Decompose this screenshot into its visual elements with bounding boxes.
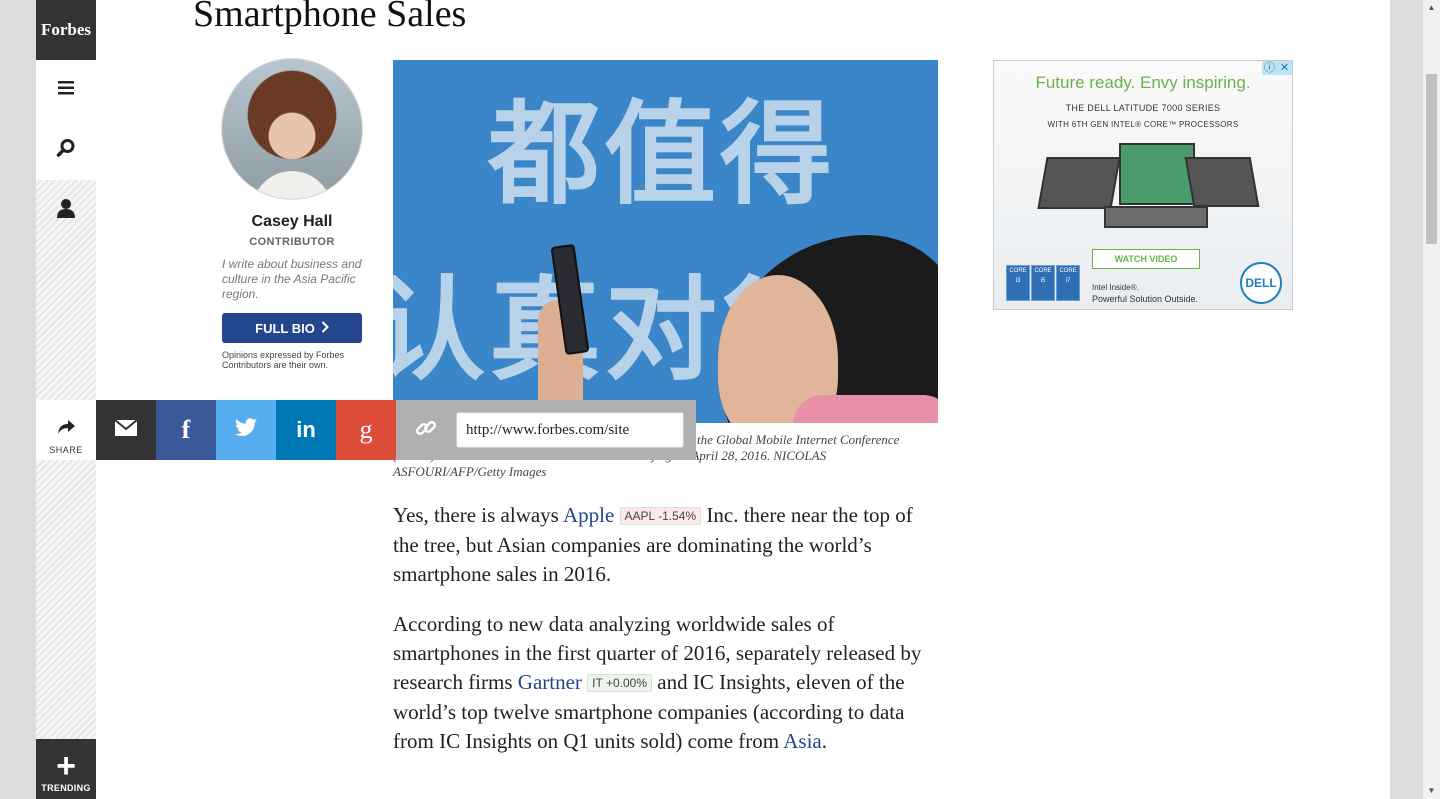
full-bio-label: FULL BIO	[255, 320, 315, 336]
vertical-scrollbar[interactable]: ▲ ▼	[1423, 0, 1440, 799]
laptop-image	[1184, 157, 1260, 207]
copy-link-button[interactable]	[396, 400, 456, 460]
twitter-icon	[234, 417, 258, 443]
dell-logo: DELL	[1240, 262, 1282, 304]
scroll-up-arrow-icon[interactable]: ▲	[1423, 0, 1440, 16]
intel-badge: CORE i3	[1006, 265, 1030, 301]
asia-link[interactable]: Asia	[783, 729, 822, 753]
linkedin-icon: in	[296, 417, 316, 442]
email-share-button[interactable]	[96, 400, 156, 460]
paragraph: Yes, there is always Apple AAPL -1.54% I…	[393, 501, 943, 589]
user-icon	[56, 198, 76, 223]
contributor-disclaimer: Opinions expressed by Forbes Contributor…	[222, 350, 345, 370]
hero-sign-text-1: 都值得	[488, 90, 836, 220]
google-plus-icon: g	[359, 415, 373, 444]
apple-link[interactable]: Apple	[563, 503, 614, 527]
stock-ticker-badge[interactable]: AAPL -1.54%	[619, 507, 702, 525]
copy-link-panel	[396, 400, 696, 460]
paragraph-text: .	[821, 729, 827, 753]
trending-button[interactable]: + TRENDING	[36, 739, 96, 799]
chevron-right-icon	[321, 320, 329, 336]
author-bio: I write about business and culture in th…	[222, 257, 362, 301]
share-label: SHARE	[49, 445, 83, 455]
facebook-share-button[interactable]: f	[156, 400, 216, 460]
page: Forbes SHARE + TRENDING Smartphone Sales…	[36, 0, 1390, 799]
share-arrow-icon	[56, 418, 76, 441]
gartner-link[interactable]: Gartner	[518, 670, 582, 694]
article-body: Yes, there is always Apple AAPL -1.54% I…	[393, 501, 943, 777]
author-name[interactable]: Casey Hall	[222, 213, 362, 231]
google-plus-share-button[interactable]: g	[336, 400, 396, 460]
search-icon	[56, 138, 76, 163]
scrollbar-thumb[interactable]	[1426, 74, 1437, 244]
article-title: Smartphone Sales	[193, 0, 467, 35]
linkedin-share-button[interactable]: in	[276, 400, 336, 460]
ad-intel-line-2: Powerful Solution Outside.	[1092, 294, 1199, 304]
intel-badge: CORE i5	[1031, 265, 1055, 301]
left-rail: Forbes SHARE + TRENDING	[36, 0, 96, 799]
author-avatar[interactable]	[221, 58, 363, 200]
ad-intel-line-1: Intel Inside®.	[1092, 283, 1139, 292]
intel-badge: CORE i7	[1056, 265, 1080, 301]
trending-label: TRENDING	[41, 783, 91, 793]
account-button[interactable]	[36, 180, 96, 240]
laptop-image	[1119, 143, 1195, 205]
full-bio-button[interactable]: FULL BIO	[222, 313, 362, 343]
scroll-down-arrow-icon[interactable]: ▼	[1423, 783, 1440, 799]
forbes-logo[interactable]: Forbes	[36, 0, 96, 60]
email-icon	[114, 418, 138, 441]
facebook-icon: f	[181, 415, 191, 444]
author-role: CONTRIBUTOR	[249, 236, 335, 248]
paragraph: According to new data analyzing worldwid…	[393, 610, 943, 756]
twitter-share-button[interactable]	[216, 400, 276, 460]
laptop-image	[1104, 206, 1208, 228]
caption-line-3: ASFOURI/AFP/Getty Images	[393, 464, 547, 479]
menu-button[interactable]	[36, 60, 96, 120]
paragraph-text: Yes, there is always	[393, 503, 563, 527]
ad-headline: Future ready. Envy inspiring.	[1035, 73, 1251, 92]
share-bar: f in g	[96, 400, 696, 460]
laptop-image	[1037, 157, 1121, 209]
dell-advertisement[interactable]: ⓘ ✕ Future ready. Envy inspiring. THE DE…	[993, 60, 1293, 310]
ad-subline-1: THE DELL LATITUDE 7000 SERIES	[1065, 103, 1221, 113]
link-icon	[415, 417, 437, 444]
share-url-field[interactable]	[456, 412, 684, 448]
watch-video-button[interactable]: WATCH VIDEO	[1092, 249, 1200, 269]
search-button[interactable]	[36, 120, 96, 180]
share-toggle[interactable]: SHARE	[36, 400, 96, 460]
hero-image: 都值得 认真对待	[393, 60, 938, 423]
hamburger-icon	[58, 80, 74, 100]
ad-subline-2: WITH 6TH GEN INTEL® CORE™ PROCESSORS	[1047, 120, 1239, 129]
stock-ticker-badge[interactable]: IT +0.00%	[587, 674, 652, 692]
plus-icon: +	[56, 747, 76, 785]
